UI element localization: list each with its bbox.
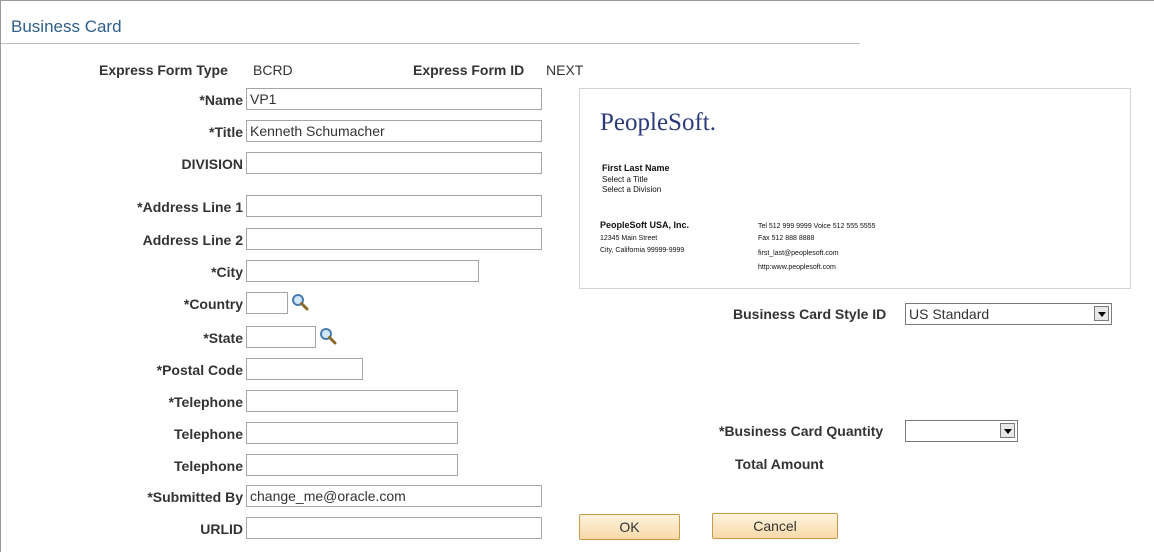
submitted-by-input[interactable] (246, 485, 542, 507)
name-label: *Name (199, 92, 243, 108)
express-form-type-value: BCRD (253, 62, 293, 78)
address-line-1-label: *Address Line 1 (137, 199, 243, 215)
express-form-type-label: Express Form Type (99, 62, 228, 78)
card-email: first_last@peoplesoft.com (758, 250, 839, 257)
submitted-by-label: *Submitted By (147, 489, 243, 505)
postal-code-input[interactable] (246, 358, 363, 380)
dropdown-arrow-icon[interactable] (1000, 423, 1015, 438)
telephone-1-input[interactable] (246, 390, 458, 412)
express-form-id-label: Express Form ID (413, 62, 525, 78)
peoplesoft-logo: PeopleSoft. (600, 109, 716, 136)
total-amount-label: Total Amount (735, 456, 824, 472)
address-line-1-input[interactable] (246, 195, 542, 217)
state-lookup-magnifier-icon[interactable] (319, 327, 337, 345)
city-label: *City (211, 264, 243, 280)
cancel-button[interactable]: Cancel (712, 513, 838, 539)
card-title: Select a Title (602, 175, 648, 184)
business-card-quantity-select[interactable] (905, 420, 1018, 442)
express-form-id-value: NEXT (546, 62, 584, 78)
country-lookup-magnifier-icon[interactable] (291, 293, 309, 311)
card-web: http:www.peoplesoft.com (758, 264, 836, 271)
business-card-preview: PeopleSoft. First Last Name Select a Tit… (579, 88, 1131, 289)
city-input[interactable] (246, 260, 479, 282)
state-label: *State (203, 330, 243, 346)
card-name: First Last Name (602, 163, 670, 173)
postal-code-label: *Postal Code (156, 362, 243, 378)
card-street: 12345 Main Street (600, 235, 658, 242)
card-company: PeopleSoft USA, Inc. (600, 220, 690, 230)
country-label: *Country (183, 296, 243, 312)
page-title: Business Card (11, 17, 122, 36)
urlid-label: URLID (200, 521, 243, 537)
telephone-2-input[interactable] (246, 422, 458, 444)
dropdown-arrow-icon[interactable] (1094, 306, 1109, 321)
telephone-1-label: *Telephone (168, 394, 243, 410)
business-card-quantity-label: *Business Card Quantity (719, 423, 884, 439)
business-card-style-select[interactable]: US Standard (905, 303, 1112, 325)
telephone-3-input[interactable] (246, 454, 458, 476)
country-input[interactable] (246, 292, 288, 314)
division-input[interactable] (246, 152, 542, 174)
telephone-2-label: Telephone (174, 426, 243, 442)
business-card-style-id-label: Business Card Style ID (733, 306, 887, 322)
ok-button[interactable]: OK (579, 514, 680, 540)
name-input[interactable] (246, 88, 542, 110)
address-line-2-label: Address Line 2 (142, 232, 243, 248)
card-division: Select a Division (602, 185, 662, 194)
address-line-2-input[interactable] (246, 228, 542, 250)
business-card-style-value: US Standard (909, 306, 990, 322)
title-label: *Title (209, 124, 243, 140)
telephone-3-label: Telephone (174, 458, 243, 474)
card-fax: Fax 512 888 8888 (758, 235, 815, 242)
division-label: DIVISION (181, 156, 243, 172)
card-city: City, California 99999-9999 (600, 247, 685, 254)
title-divider (1, 43, 860, 44)
card-phone: Tel 512 999 9999 Voice 512 555 5555 (758, 223, 876, 230)
title-input[interactable] (246, 120, 542, 142)
state-input[interactable] (246, 326, 316, 348)
urlid-input[interactable] (246, 517, 542, 539)
